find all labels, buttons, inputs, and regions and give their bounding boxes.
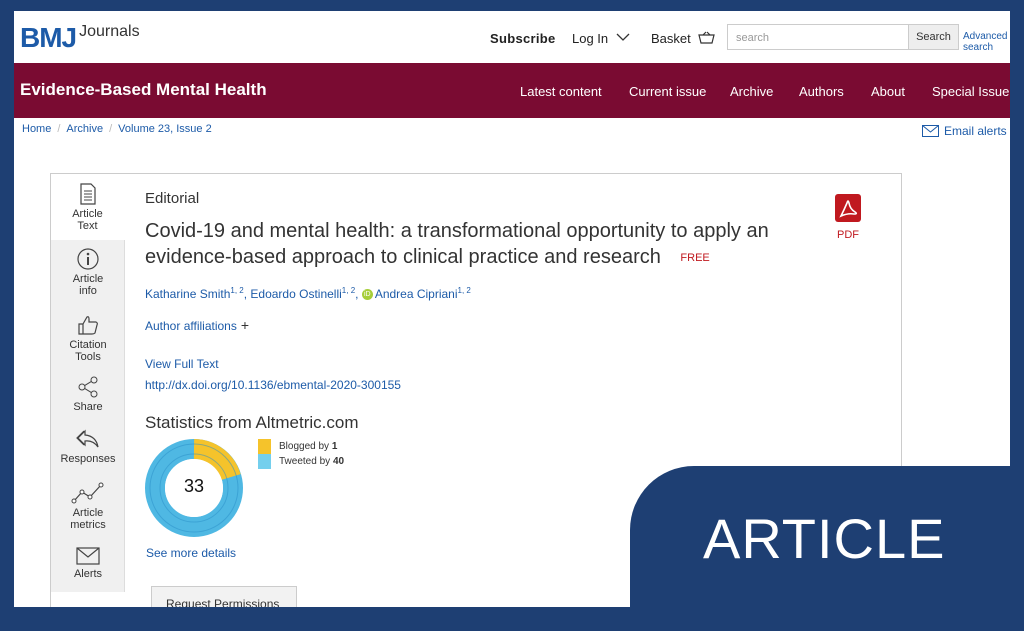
logo-journals-text: Journals (79, 23, 140, 40)
tweeted-label: Tweeted by (279, 456, 331, 467)
envelope-icon (76, 547, 100, 565)
share-icon (78, 376, 98, 398)
plus-icon: + (240, 317, 250, 333)
nav-latest-content[interactable]: Latest content (520, 84, 602, 99)
pdf-icon (835, 194, 861, 222)
tweeted-count: 40 (332, 456, 345, 467)
see-more-details-link[interactable]: See more details (146, 546, 236, 560)
tool-label: Citation Tools (69, 339, 107, 363)
tool-citation-tools[interactable]: Citation Tools (51, 314, 125, 370)
legend-blogged: Blogged by 1 (258, 439, 344, 454)
tool-label: Article Text (72, 208, 103, 232)
nav-current-issue[interactable]: Current issue (629, 84, 706, 99)
breadcrumb-archive[interactable]: Archive (66, 123, 103, 135)
document-icon (79, 183, 96, 205)
logo-bmj-text: BMJ (20, 22, 77, 53)
advanced-search-link[interactable]: Advanced search (963, 31, 1010, 53)
site-header: BMJ Journals Subscribe Log In Basket sea… (14, 11, 1010, 63)
advanced-search-label: Advanced search (963, 31, 1008, 53)
nav-about[interactable]: About (871, 84, 905, 99)
tool-article-info[interactable]: Article info (51, 248, 125, 304)
article-title-text: Covid-19 and mental health: a transforma… (145, 220, 769, 268)
tool-label: Alerts (73, 568, 103, 580)
article-tools-sidebar: Article Text Article info Citation Tools… (51, 174, 125, 592)
journal-nav-bar: Evidence-Based Mental Health Latest cont… (14, 63, 1010, 118)
tool-responses[interactable]: Responses (51, 428, 125, 478)
email-alerts-label: Email alerts (944, 124, 1007, 138)
blogged-swatch (258, 439, 271, 454)
tweeted-swatch (258, 454, 271, 469)
tool-label: Article info (72, 273, 104, 297)
chevron-down-icon (616, 33, 630, 41)
pdf-label: PDF (837, 229, 859, 241)
breadcrumb-home[interactable]: Home (22, 123, 51, 135)
article-type: Editorial (145, 190, 200, 207)
altmetric-title: Statistics from Altmetric.com (145, 413, 359, 432)
tool-label: Article metrics (70, 507, 106, 531)
author-affiliation-marker: 1, 2 (230, 286, 244, 295)
tool-article-text[interactable]: Article Text (51, 174, 125, 240)
basket-link[interactable]: Basket (651, 31, 716, 46)
breadcrumb-separator: / (57, 123, 61, 135)
journal-title[interactable]: Evidence-Based Mental Health (20, 80, 267, 100)
tool-share[interactable]: Share (51, 376, 125, 426)
blogged-label: Blogged by (279, 441, 330, 452)
altmetric-donut[interactable]: 33 (145, 439, 243, 542)
author-link[interactable]: Andrea Cipriani (375, 287, 458, 301)
author-affiliations-toggle[interactable]: Author affiliations + (145, 317, 249, 333)
tool-alerts[interactable]: Alerts (51, 547, 125, 591)
author-affiliation-marker: 1, 2 (457, 286, 471, 295)
request-permissions-button[interactable]: Request Permissions (151, 586, 297, 607)
tool-label: Share (73, 401, 103, 413)
legend-tweeted: Tweeted by 40 (258, 454, 344, 469)
thumbs-up-icon (78, 316, 98, 335)
reply-icon (76, 429, 99, 448)
breadcrumb: Home / Archive / Volume 23, Issue 2 (22, 123, 212, 135)
author-affiliations-label: Author affiliations (145, 319, 237, 333)
author-link[interactable]: Edoardo Ostinelli (250, 287, 341, 301)
blogged-count: 1 (331, 441, 338, 452)
article-banner: ARTICLE (630, 466, 1024, 631)
pdf-download[interactable]: PDF (835, 194, 861, 241)
basket-icon (698, 31, 716, 44)
bmj-journals-logo[interactable]: BMJ Journals (20, 23, 140, 53)
subscribe-link[interactable]: Subscribe (490, 31, 556, 46)
metrics-icon (71, 482, 104, 504)
breadcrumb-separator: / (109, 123, 113, 135)
author-affiliation-marker: 1, 2 (341, 286, 356, 295)
orcid-icon[interactable]: iD (361, 289, 373, 301)
nav-special-issue[interactable]: Special Issue (932, 84, 1009, 99)
author-link[interactable]: Katharine Smith (145, 287, 230, 301)
login-label: Log In (572, 31, 609, 46)
info-icon (77, 248, 99, 270)
article-title: Covid-19 and mental health: a transforma… (145, 218, 805, 271)
tool-label: Responses (60, 453, 116, 465)
view-full-text-link[interactable]: View Full Text (145, 357, 219, 371)
search-input[interactable]: search (727, 24, 909, 50)
search-button[interactable]: Search (909, 24, 959, 50)
nav-archive[interactable]: Archive (730, 84, 773, 99)
nav-authors[interactable]: Authors (799, 84, 844, 99)
doi-link[interactable]: http://dx.doi.org/10.1136/ebmental-2020-… (145, 378, 401, 392)
breadcrumb-issue[interactable]: Volume 23, Issue 2 (118, 123, 212, 135)
free-badge: FREE (680, 251, 710, 264)
altmetric-legend: Blogged by 1 Tweeted by 40 (258, 439, 344, 469)
tool-article-metrics[interactable]: Article metrics (51, 482, 125, 538)
author-list: Katharine Smith1, 2, Edoardo Ostinelli1,… (145, 286, 471, 301)
email-alerts-link[interactable]: Email alerts (922, 124, 1007, 138)
basket-label: Basket (651, 31, 691, 46)
envelope-icon (922, 125, 939, 137)
login-menu[interactable]: Log In (572, 31, 630, 46)
article-banner-text: ARTICLE (703, 507, 946, 570)
altmetric-score: 33 (183, 476, 205, 496)
